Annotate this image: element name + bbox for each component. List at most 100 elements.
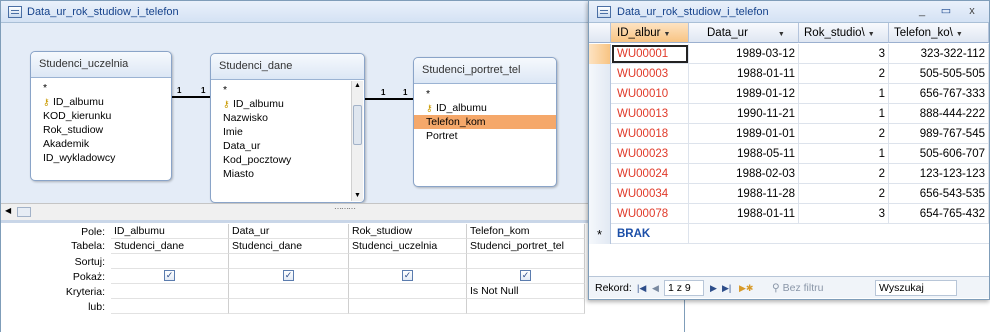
scroll-thumb[interactable] bbox=[17, 207, 31, 217]
show-checkbox[interactable]: ✓ bbox=[283, 270, 294, 281]
dropdown-arrow-icon[interactable]: ▼ bbox=[868, 31, 875, 38]
field-item[interactable]: * bbox=[414, 87, 556, 101]
field-item[interactable]: Miasto bbox=[211, 167, 351, 181]
cell-rok-studiow[interactable]: 2 bbox=[799, 124, 889, 144]
cell-telefon-kom[interactable]: 654-765-432 bbox=[889, 204, 989, 224]
dropdown-arrow-icon[interactable]: ▼ bbox=[663, 31, 670, 38]
record-position-field[interactable]: 1 z 9 bbox=[664, 280, 704, 296]
dropdown-arrow-icon[interactable]: ▼ bbox=[956, 31, 963, 38]
field-item[interactable]: Nazwisko bbox=[211, 111, 351, 125]
table-box-studenci-uczelnia[interactable]: Studenci_uczelnia * ⚷ ID_albumu KOD_kieru… bbox=[30, 51, 172, 181]
new-row-placeholder[interactable]: BRAK bbox=[611, 224, 689, 244]
field-item[interactable]: Rok_studiow bbox=[31, 123, 171, 137]
field-item[interactable]: ID_wykladowcy bbox=[31, 151, 171, 165]
first-record-icon[interactable]: |◀ bbox=[637, 278, 646, 298]
prev-record-icon[interactable]: ◀ bbox=[652, 278, 659, 298]
table-scrollbar[interactable]: ▲ ▼ bbox=[351, 81, 363, 201]
new-record-row[interactable]: * BRAK bbox=[589, 224, 989, 244]
cell-rok-studiow[interactable]: 3 bbox=[799, 204, 889, 224]
column-header-data-ur[interactable]: Data_ur ▼ bbox=[689, 23, 799, 43]
grid-cell-sort[interactable] bbox=[229, 254, 349, 269]
datasheet-row[interactable]: WU00078 1988-01-11 3 654-765-432 bbox=[589, 204, 989, 224]
grid-cell-or[interactable] bbox=[349, 299, 467, 314]
splitter-grip[interactable]: ⋯⋯⋯ bbox=[334, 204, 356, 213]
field-item[interactable]: KOD_kierunku bbox=[31, 109, 171, 123]
cell-data-ur[interactable]: 1988-01-11 bbox=[689, 204, 799, 224]
cell-rok-studiow[interactable]: 1 bbox=[799, 84, 889, 104]
field-item-key[interactable]: ⚷ ID_albumu bbox=[31, 95, 171, 109]
row-selector[interactable] bbox=[589, 104, 611, 124]
datasheet-row[interactable]: WU00010 1989-01-12 1 656-767-333 bbox=[589, 84, 989, 104]
cell-id-albumu[interactable]: WU00034 bbox=[611, 184, 689, 204]
cell-rok-studiow[interactable]: 1 bbox=[799, 144, 889, 164]
cell-telefon-kom[interactable]: 123-123-123 bbox=[889, 164, 989, 184]
grid-cell-or[interactable] bbox=[467, 299, 585, 314]
last-record-icon[interactable]: ▶| bbox=[722, 278, 731, 298]
cell-id-albumu[interactable]: WU00078 bbox=[611, 204, 689, 224]
field-item[interactable]: Portret bbox=[414, 129, 556, 143]
grid-cell-table[interactable]: Studenci_dane bbox=[111, 239, 229, 254]
row-selector[interactable] bbox=[589, 44, 611, 64]
datasheet-row[interactable]: WU00001 1989-03-12 3 323-322-112 bbox=[589, 44, 989, 64]
cell-telefon-kom[interactable]: 888-444-222 bbox=[889, 104, 989, 124]
row-selector[interactable] bbox=[589, 204, 611, 224]
grid-cell-table[interactable]: Studenci_dane bbox=[229, 239, 349, 254]
cell-telefon-kom[interactable]: 656-543-535 bbox=[889, 184, 989, 204]
cell-data-ur[interactable]: 1988-01-11 bbox=[689, 64, 799, 84]
grid-cell-table[interactable]: Studenci_uczelnia bbox=[349, 239, 467, 254]
row-selector[interactable] bbox=[589, 64, 611, 84]
field-item[interactable]: Imie bbox=[211, 125, 351, 139]
datasheet-title-bar[interactable]: Data_ur_rok_studiow_i_telefon _ ▭ x bbox=[589, 1, 989, 23]
query-window-title-bar[interactable]: Data_ur_rok_studiow_i_telefon bbox=[1, 1, 684, 23]
join-line[interactable] bbox=[172, 96, 210, 98]
cell-id-albumu[interactable]: WU00018 bbox=[611, 124, 689, 144]
show-checkbox[interactable]: ✓ bbox=[164, 270, 175, 281]
field-item[interactable]: * bbox=[31, 81, 171, 95]
new-record-icon[interactable]: ▶✱ bbox=[739, 278, 753, 298]
dropdown-arrow-icon[interactable]: ▼ bbox=[778, 31, 785, 38]
cell-data-ur[interactable]: 1989-03-12 bbox=[689, 44, 799, 64]
next-record-icon[interactable]: ▶ bbox=[710, 278, 717, 298]
datasheet-row[interactable]: WU00034 1988-11-28 2 656-543-535 bbox=[589, 184, 989, 204]
cell-rok-studiow[interactable]: 1 bbox=[799, 104, 889, 124]
scroll-left-icon[interactable]: ◀ bbox=[5, 206, 11, 215]
datasheet-row[interactable]: WU00024 1988-02-03 2 123-123-123 bbox=[589, 164, 989, 184]
select-all-corner[interactable] bbox=[589, 23, 611, 43]
grid-cell-table[interactable]: Studenci_portret_tel bbox=[467, 239, 585, 254]
cell-telefon-kom[interactable]: 989-767-545 bbox=[889, 124, 989, 144]
cell-id-albumu[interactable]: WU00024 bbox=[611, 164, 689, 184]
grid-cell-or[interactable] bbox=[229, 299, 349, 314]
row-selector[interactable] bbox=[589, 164, 611, 184]
grid-cell-field[interactable]: Telefon_kom bbox=[467, 224, 585, 239]
cell-rok-studiow[interactable]: 3 bbox=[799, 44, 889, 64]
grid-cell-show[interactable]: ✓ bbox=[467, 269, 585, 284]
table-box-studenci-dane[interactable]: Studenci_dane * ⚷ ID_albumu Nazwisko Imie… bbox=[210, 53, 365, 203]
table-box-studenci-portret-tel[interactable]: Studenci_portret_tel * ⚷ ID_albumu Telefo… bbox=[413, 57, 557, 187]
scroll-down-icon[interactable]: ▼ bbox=[352, 191, 363, 201]
grid-cell-sort[interactable] bbox=[467, 254, 585, 269]
grid-cell-criteria[interactable] bbox=[111, 284, 229, 299]
field-item-key[interactable]: ⚷ ID_albumu bbox=[211, 97, 351, 111]
grid-cell-sort[interactable] bbox=[111, 254, 229, 269]
datasheet-row[interactable]: WU00018 1989-01-01 2 989-767-545 bbox=[589, 124, 989, 144]
row-selector[interactable] bbox=[589, 124, 611, 144]
datasheet-row[interactable]: WU00013 1990-11-21 1 888-444-222 bbox=[589, 104, 989, 124]
cell-data-ur[interactable]: 1989-01-01 bbox=[689, 124, 799, 144]
column-header-rok-studiow[interactable]: Rok_studio\ ▼ bbox=[799, 23, 889, 43]
table-pane-hscrollbar[interactable]: ◀ ⋯⋯⋯ bbox=[1, 203, 684, 220]
cell-rok-studiow[interactable]: 2 bbox=[799, 64, 889, 84]
field-item-key[interactable]: ⚷ ID_albumu bbox=[414, 101, 556, 115]
show-checkbox[interactable]: ✓ bbox=[520, 270, 531, 281]
cell-data-ur[interactable]: 1988-05-11 bbox=[689, 144, 799, 164]
grid-cell-criteria[interactable]: Is Not Null bbox=[467, 284, 585, 299]
grid-cell-field[interactable]: Rok_studiow bbox=[349, 224, 467, 239]
datasheet-row[interactable]: WU00023 1988-05-11 1 505-606-707 bbox=[589, 144, 989, 164]
field-item[interactable]: Data_ur bbox=[211, 139, 351, 153]
grid-cell-or[interactable] bbox=[111, 299, 229, 314]
grid-cell-criteria[interactable] bbox=[229, 284, 349, 299]
row-selector[interactable] bbox=[589, 184, 611, 204]
field-item[interactable]: Akademik bbox=[31, 137, 171, 151]
cell-id-albumu[interactable]: WU00010 bbox=[611, 84, 689, 104]
field-item[interactable]: * bbox=[211, 83, 351, 97]
search-input[interactable] bbox=[875, 280, 957, 296]
